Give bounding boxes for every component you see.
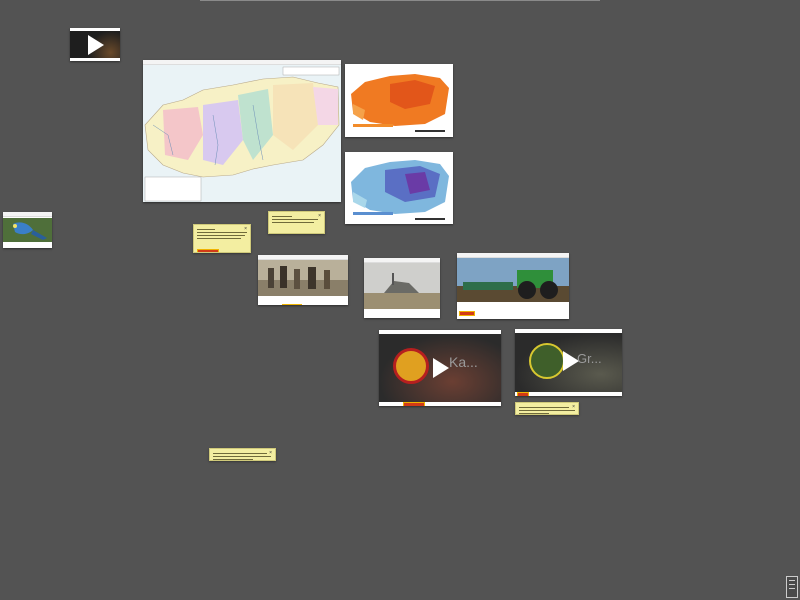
- deere-logo-icon: [529, 343, 565, 379]
- video-card-top[interactable]: [70, 28, 120, 61]
- harvest-image: [364, 263, 440, 309]
- video-card-deere[interactable]: Gr...: [515, 329, 622, 396]
- temperature-map-image-1: [351, 74, 449, 132]
- parrot-header: [3, 212, 52, 217]
- parrot-card[interactable]: [3, 212, 52, 248]
- video-title: Ka...: [449, 354, 478, 370]
- harvest-photo-card[interactable]: [364, 258, 440, 318]
- temperature-map-image-2: [351, 160, 449, 220]
- sticky-note-4[interactable]: ×: [209, 448, 276, 461]
- tractor-image: [457, 258, 569, 302]
- painting-card[interactable]: [258, 255, 348, 305]
- sticky-note-3[interactable]: ×: [515, 402, 579, 415]
- tractor-photo-card[interactable]: [457, 253, 569, 319]
- painting-image: [258, 260, 348, 296]
- video-title: Gr...: [577, 351, 602, 366]
- close-icon[interactable]: ×: [572, 404, 575, 410]
- video-footer: [70, 58, 120, 61]
- temperature-map-card-2[interactable]: [345, 152, 453, 224]
- highlight-mark: [459, 311, 475, 316]
- highlight-mark: [517, 392, 529, 396]
- zoom-control[interactable]: [786, 576, 798, 598]
- sticky-note-1[interactable]: ×: [193, 224, 251, 253]
- video-card-ussr[interactable]: Ka...: [379, 330, 501, 406]
- ussr-emblem-icon: [393, 348, 429, 384]
- close-icon[interactable]: ×: [269, 450, 272, 456]
- highlight-mark: [282, 304, 303, 305]
- play-icon[interactable]: [88, 35, 104, 55]
- temperature-map-card-1[interactable]: [345, 64, 453, 137]
- top-toolbar-line: [200, 0, 600, 1]
- close-icon[interactable]: ×: [244, 226, 247, 232]
- russia-map-image: [143, 65, 341, 202]
- video-footer: [515, 392, 622, 396]
- highlight-mark: [197, 249, 219, 252]
- highlight-mark: [403, 402, 425, 406]
- video-footer: [379, 402, 501, 406]
- russia-map-card[interactable]: [143, 60, 341, 202]
- parrot-image: [3, 218, 52, 242]
- sticky-note-2[interactable]: ×: [268, 211, 325, 234]
- highlight-mark: [272, 233, 292, 234]
- play-icon[interactable]: [433, 358, 449, 378]
- close-icon[interactable]: ×: [318, 213, 321, 219]
